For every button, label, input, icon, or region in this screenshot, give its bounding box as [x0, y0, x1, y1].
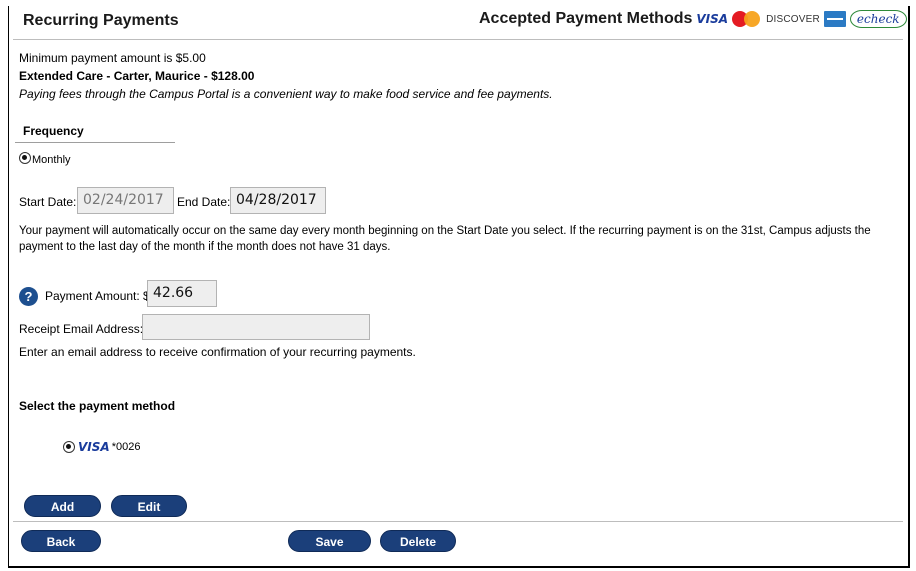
- payment-amount-label: Payment Amount: $: [45, 289, 150, 303]
- echeck-logo-icon: echeck: [849, 10, 907, 28]
- fee-item-text: Extended Care - Carter, Maurice - $128.0…: [19, 69, 255, 83]
- receipt-email-input[interactable]: [142, 314, 370, 340]
- minimum-payment-text: Minimum payment amount is $5.00: [19, 51, 206, 65]
- add-button[interactable]: Add: [24, 495, 101, 517]
- payment-method-heading: Select the payment method: [19, 399, 176, 413]
- receipt-email-label: Receipt Email Address:: [19, 322, 144, 336]
- frequency-heading: Frequency: [23, 124, 84, 138]
- page-title: Recurring Payments: [23, 12, 179, 29]
- monthly-radio[interactable]: [19, 152, 31, 164]
- frequency-monthly-option[interactable]: Monthly: [19, 152, 71, 166]
- amex-icon: [823, 11, 846, 27]
- discover-logo-icon: DISCOVER: [766, 13, 820, 25]
- accepted-payment-methods: Accepted Payment Methods VISA DISCOVER e…: [479, 10, 907, 28]
- start-date-field[interactable]: 02/24/2017: [77, 187, 174, 214]
- start-date-label: Start Date:: [19, 195, 77, 209]
- help-icon[interactable]: ?: [19, 287, 38, 306]
- card-suffix: *0026: [111, 441, 141, 453]
- mastercard-icon: [732, 10, 762, 28]
- email-hint-text: Enter an email address to receive confir…: [19, 345, 416, 359]
- edit-button[interactable]: Edit: [111, 495, 187, 517]
- footer-divider: [13, 521, 903, 522]
- end-date-label: End Date:: [177, 195, 231, 209]
- delete-button[interactable]: Delete: [380, 530, 456, 552]
- portal-note-text: Paying fees through the Campus Portal is…: [19, 87, 553, 101]
- back-button[interactable]: Back: [21, 530, 101, 552]
- accepted-methods-label: Accepted Payment Methods: [479, 10, 693, 27]
- schedule-note-line2: payment to the last day of the month if …: [19, 241, 391, 253]
- saved-card-radio[interactable]: [63, 441, 75, 453]
- header-divider: [13, 39, 903, 40]
- schedule-note-line1: Your payment will automatically occur on…: [19, 225, 871, 237]
- monthly-label: Monthly: [32, 154, 71, 166]
- frequency-divider: [15, 142, 175, 143]
- end-date-field[interactable]: 04/28/2017: [230, 187, 326, 214]
- payment-amount-input[interactable]: 42.66: [147, 280, 217, 307]
- save-button[interactable]: Save: [288, 530, 371, 552]
- visa-logo-icon: VISA: [696, 12, 729, 26]
- visa-card-icon: VISA: [78, 440, 110, 454]
- saved-card-option[interactable]: VISA *0026: [63, 440, 140, 454]
